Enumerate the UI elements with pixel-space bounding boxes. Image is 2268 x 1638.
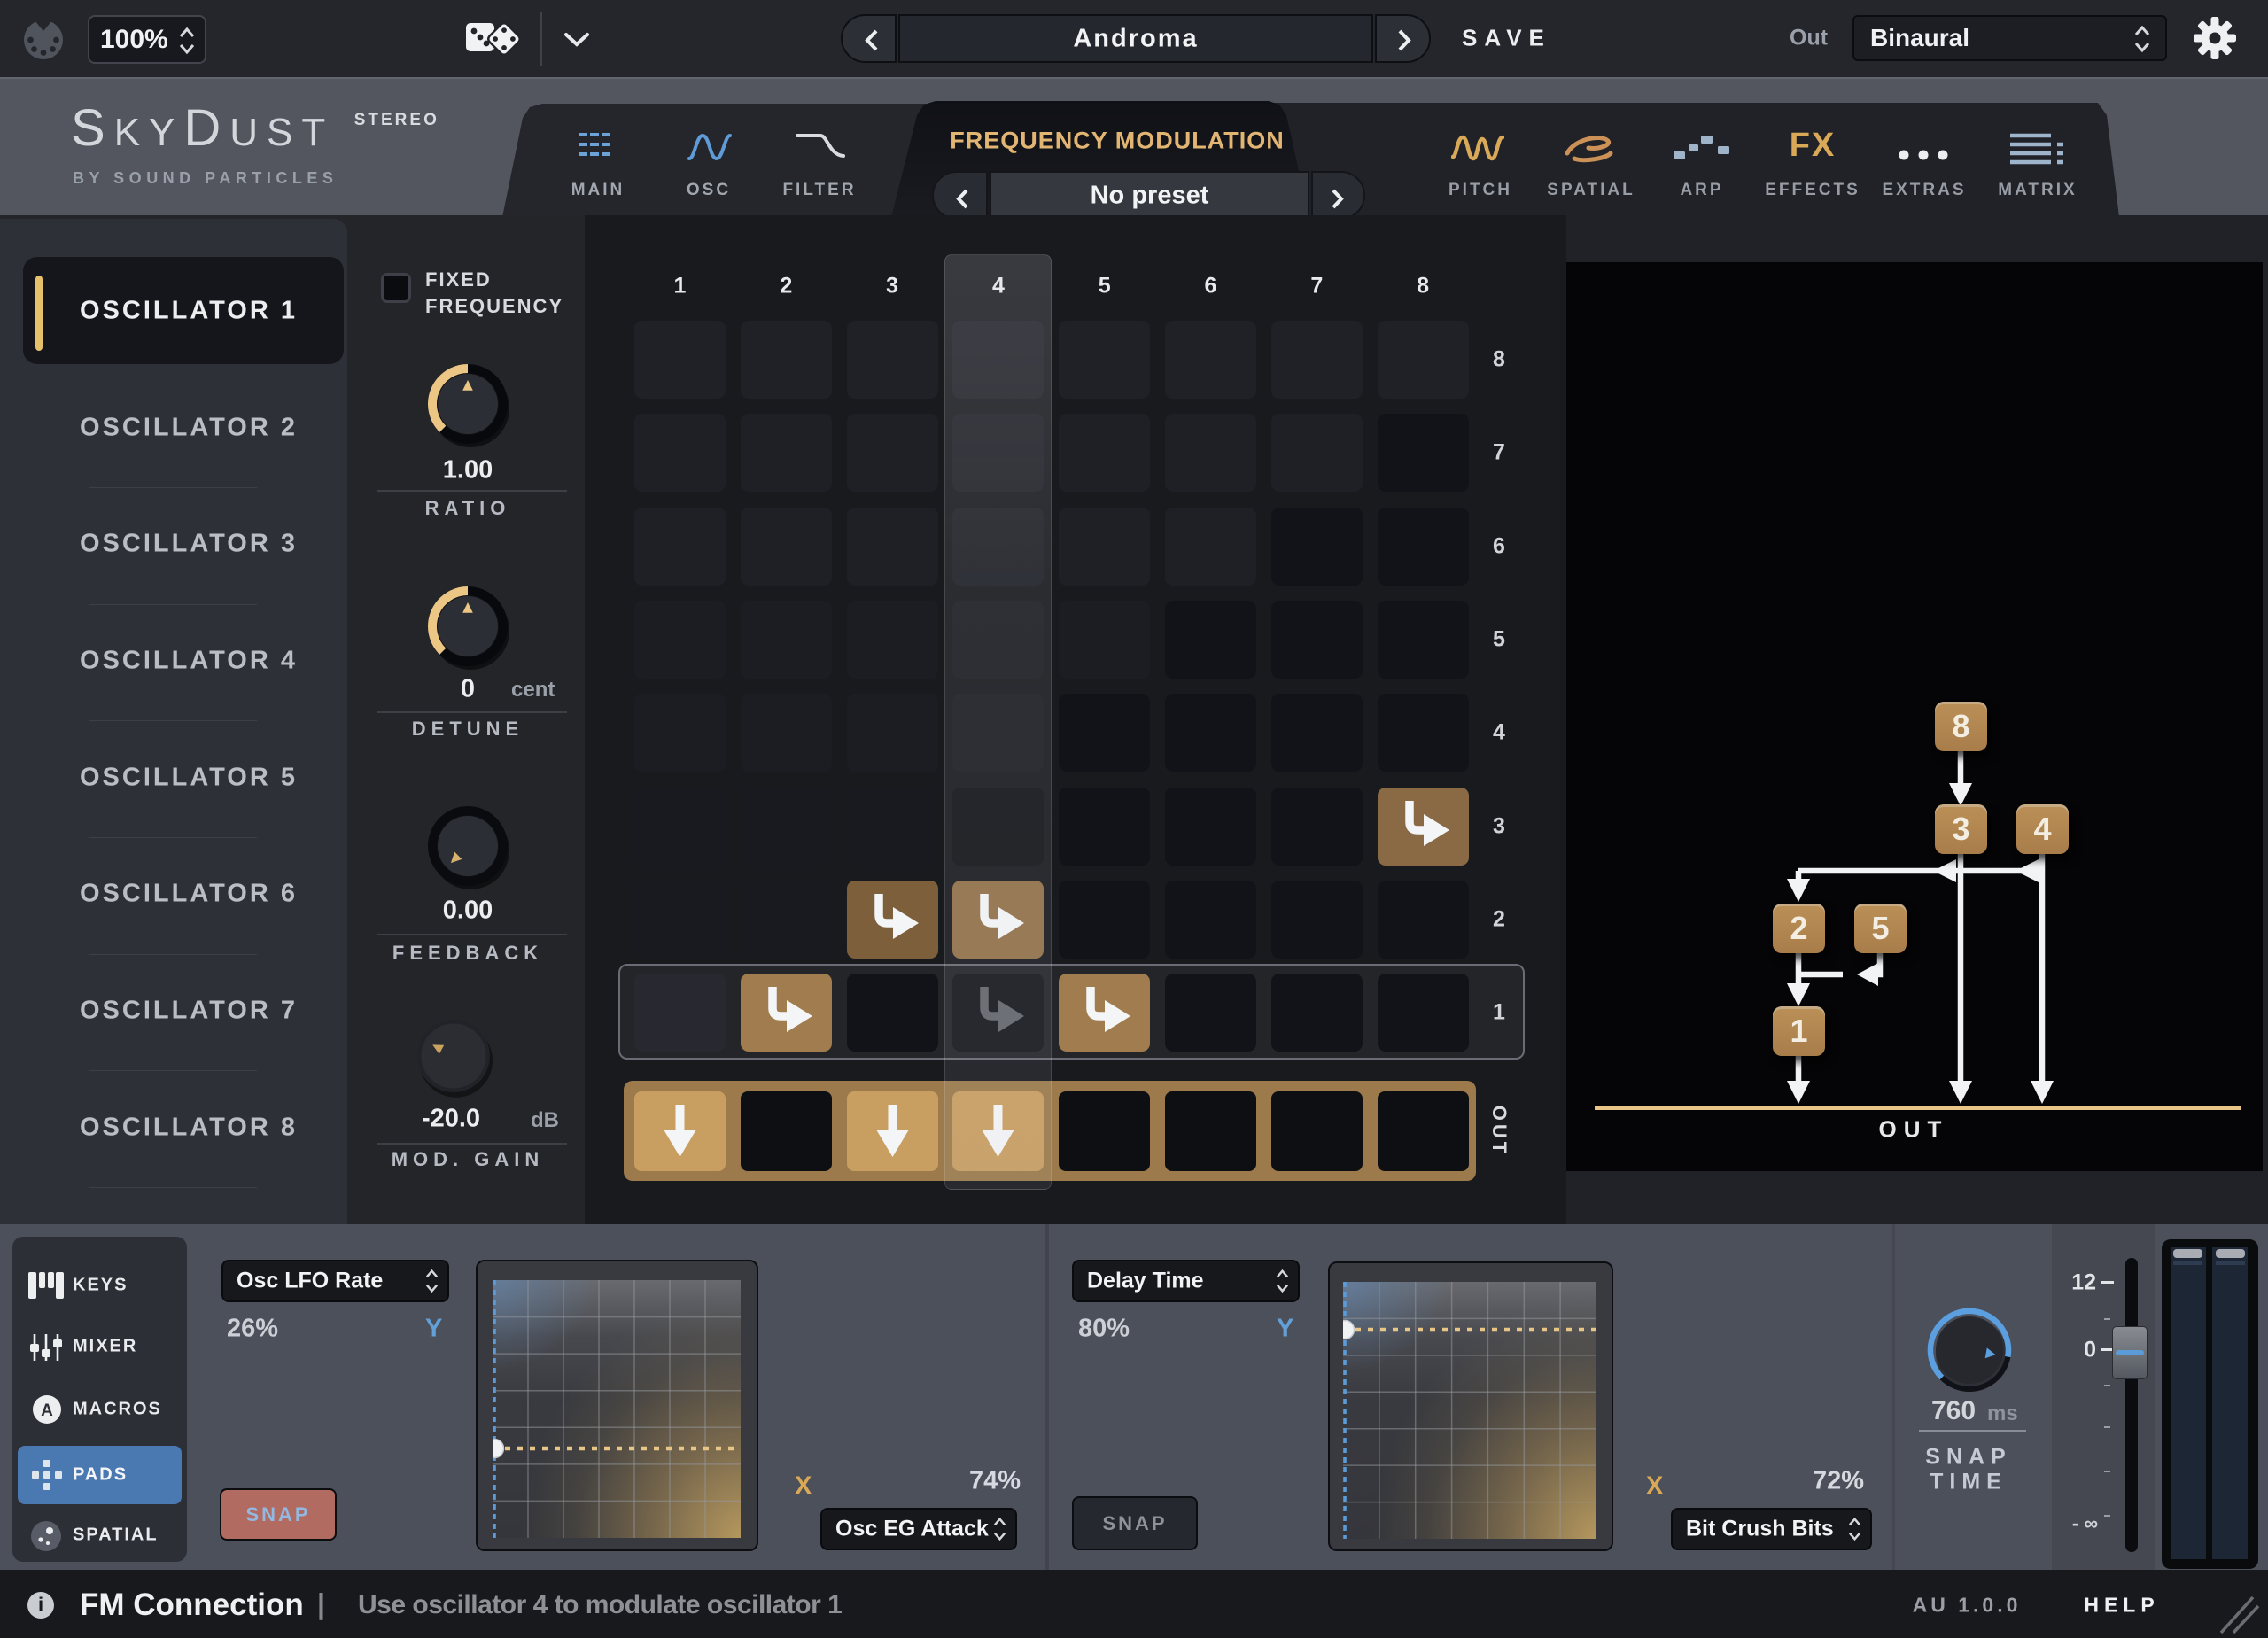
svg-text:A: A — [41, 1401, 53, 1420]
